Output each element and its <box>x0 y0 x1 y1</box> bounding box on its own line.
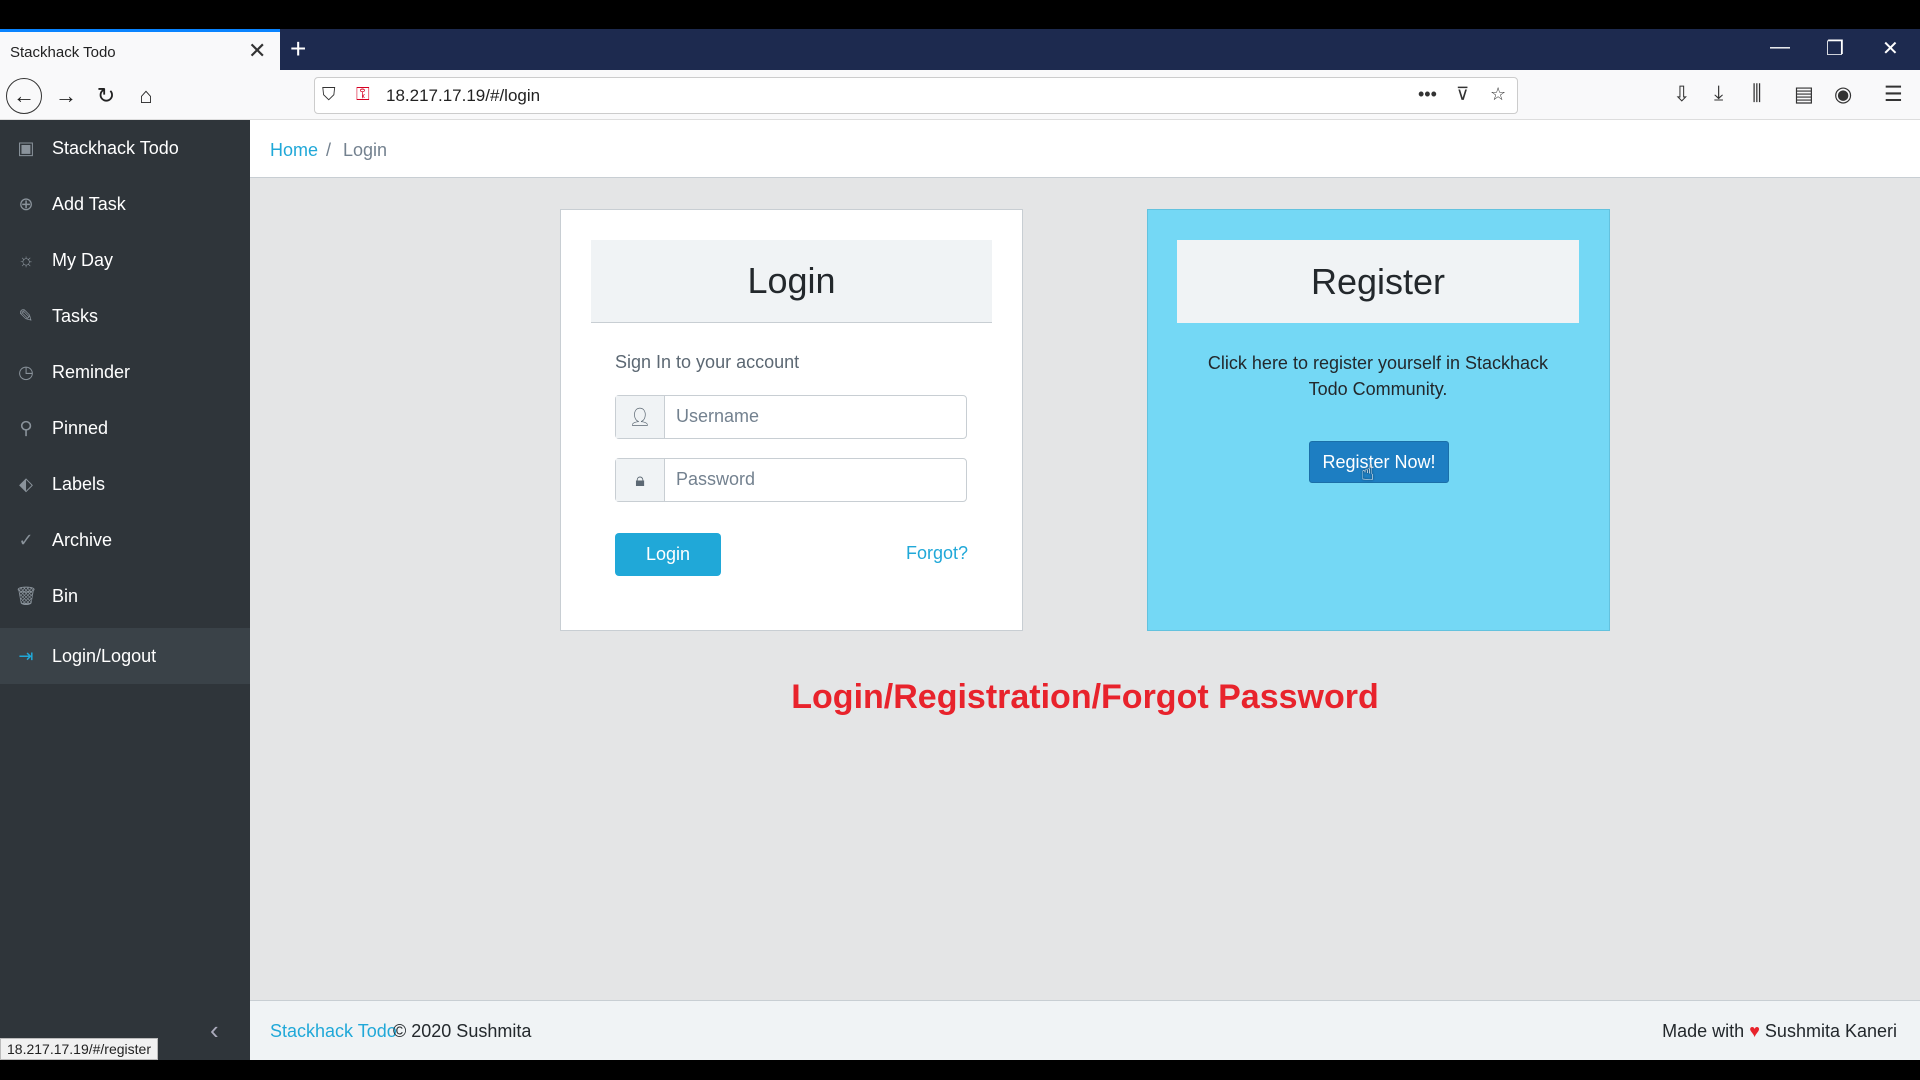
user-icon: 👤︎ <box>616 396 665 438</box>
sidebar-item-labels[interactable]: ⬖ Labels <box>0 456 250 512</box>
sun-icon: ☼ <box>17 249 35 270</box>
plus-circle-icon: ⊕ <box>18 193 34 214</box>
password-field[interactable]: 🔒︎ <box>615 458 967 502</box>
menu-icon[interactable]: ☰ <box>1884 82 1903 107</box>
sidebar-item-pinned[interactable]: ⚲ Pinned <box>0 400 250 456</box>
sidebar-item-label: Bin <box>52 585 79 606</box>
sidebar-item-label: Add Task <box>52 193 126 214</box>
password-input[interactable] <box>674 468 958 491</box>
app-logo-icon: ▣ <box>17 137 35 158</box>
status-bar-url: 18.217.17.19/#/register <box>0 1038 158 1060</box>
login-card-title: Login <box>591 240 992 323</box>
sidebar-item-my-day[interactable]: ☼ My Day <box>0 232 250 288</box>
login-button[interactable]: Login <box>615 533 721 576</box>
login-icon: ⇥ <box>18 645 34 666</box>
pocket-icon[interactable]: ⊽ <box>1456 84 1469 105</box>
tab-strip <box>0 29 1920 70</box>
sidebar-item-label: Stackhack Todo <box>52 137 179 158</box>
arrow-right-icon: → <box>55 83 77 108</box>
sidebar-item-stackhack-todo[interactable]: ▣ Stackhack Todo <box>0 120 250 176</box>
username-field[interactable]: 👤︎ <box>615 395 967 439</box>
breadcrumb-home-link[interactable]: Home <box>270 140 318 161</box>
sidebar-item-label: Tasks <box>52 305 99 326</box>
register-now-button[interactable]: Register Now! <box>1309 441 1449 483</box>
sidebar-item-label: Pinned <box>52 417 109 438</box>
minimize-button[interactable]: — <box>1770 36 1790 59</box>
sidebar-item-label: Reminder <box>52 361 131 382</box>
url-text[interactable]: 18.217.17.19/#/login <box>386 86 540 106</box>
sidebar-item-label: Labels <box>52 473 106 494</box>
tab-close-icon[interactable]: ✕ <box>248 38 266 64</box>
sign-in-subtitle: Sign In to your account <box>615 352 800 372</box>
made-with-text: Made with <box>1662 1021 1745 1041</box>
footer-brand-link[interactable]: Stackhack Todo <box>270 1021 397 1042</box>
main-content <box>250 120 1920 1060</box>
reload-button[interactable]: ↻ <box>88 78 124 114</box>
home-icon: ⌂ <box>139 83 153 108</box>
sidebar-item-bin[interactable]: 🗑 Bin <box>0 568 250 624</box>
sidebar-item-label: Archive <box>52 529 113 550</box>
sidebar-item-label: Login/Logout <box>52 645 157 666</box>
lock-icon: 🔒︎ <box>616 459 665 501</box>
top-black-bar <box>0 0 1920 29</box>
clock-icon: ◷ <box>18 361 34 382</box>
reload-icon: ↻ <box>96 83 116 108</box>
extension-icon[interactable]: ⇩ <box>1673 82 1691 107</box>
sidebar-item-login-logout[interactable]: ⇥ Login/Logout <box>0 628 250 684</box>
sidebar-item-archive[interactable]: ✓ Archive <box>0 512 250 568</box>
shield-icon[interactable]: ⛉ <box>322 84 336 105</box>
hand-cursor-icon: ☝ <box>1361 460 1375 485</box>
tab-title: Stackhack Todo <box>10 44 116 61</box>
browser-tab[interactable]: Stackhack Todo ✕ <box>0 29 280 70</box>
back-button[interactable]: ← <box>6 78 42 114</box>
pin-icon: ⚲ <box>19 417 33 438</box>
breadcrumb-current: Login <box>343 140 388 160</box>
breadcrumb-separator: / <box>326 140 332 160</box>
sidebar-item-add-task[interactable]: ⊕ Add Task <box>0 176 250 232</box>
sidebar: ▣ Stackhack Todo ⊕ Add Task ☼ My Day ✎ Tasks… <box>0 120 250 1060</box>
library-icon[interactable]: ⫼ <box>1752 82 1762 106</box>
account-icon[interactable]: ◉ <box>1834 82 1852 107</box>
downloads-icon[interactable]: ⤓ <box>1714 82 1723 106</box>
register-card-title: Register <box>1177 240 1579 323</box>
sidebar-item-label: My Day <box>52 249 114 270</box>
footer-credit: Made with ♥ Sushmita Kaneri <box>1662 1021 1897 1042</box>
arrow-left-icon: ← <box>13 83 35 108</box>
page-actions-icon[interactable]: ••• <box>1418 84 1437 105</box>
breadcrumb <box>250 120 1920 178</box>
bottom-black-bar <box>0 1060 1920 1080</box>
new-tab-button[interactable]: + <box>290 33 306 65</box>
insecure-lock-icon[interactable]: ⚿ <box>356 84 370 105</box>
overlay-caption: Login/Registration/Forgot Password <box>791 678 1379 716</box>
sidebar-toggle-icon[interactable]: ▤ <box>1794 82 1814 107</box>
register-description: Click here to register yourself in Stack… <box>1207 353 1549 399</box>
footer-copyright: © 2020 Sushmita <box>393 1021 532 1041</box>
check-circle-icon: ✓ <box>18 529 34 550</box>
bookmark-star-icon[interactable]: ☆ <box>1490 84 1506 105</box>
pencil-icon: ✎ <box>18 305 34 326</box>
trash-icon: 🗑 <box>14 585 38 606</box>
forward-button[interactable]: → <box>48 78 84 114</box>
close-window-button[interactable]: ✕ <box>1882 36 1899 61</box>
sidebar-collapse-button[interactable]: ‹ <box>210 1015 219 1046</box>
heart-icon: ♥ <box>1749 1021 1760 1041</box>
restore-button[interactable]: ❐ <box>1826 36 1844 61</box>
home-button[interactable]: ⌂ <box>128 78 164 114</box>
forgot-password-link[interactable]: Forgot? <box>906 543 968 564</box>
sidebar-item-reminder[interactable]: ◷ Reminder <box>0 344 250 400</box>
sidebar-item-tasks[interactable]: ✎ Tasks <box>0 288 250 344</box>
author-name: Sushmita Kaneri <box>1764 1021 1897 1041</box>
username-input[interactable] <box>674 405 958 428</box>
tag-icon: ⬖ <box>19 473 33 494</box>
